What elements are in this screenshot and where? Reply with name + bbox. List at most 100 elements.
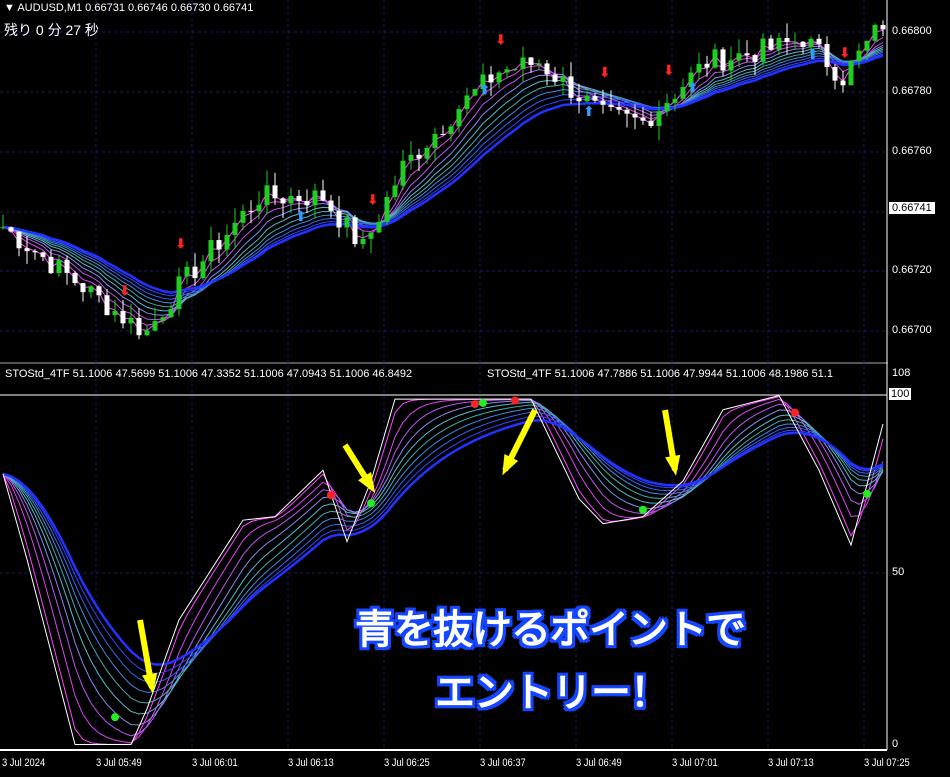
candle-body: [712, 49, 718, 68]
ind-tick-0: 0: [892, 738, 899, 750]
dropdown-triangle-icon[interactable]: ▼: [4, 2, 17, 14]
candle-body: [136, 317, 142, 336]
candle-body: [128, 317, 134, 324]
candle-body: [696, 63, 702, 73]
candle-body: [752, 55, 758, 62]
signal-dot: [791, 408, 799, 417]
candle-body: [64, 259, 70, 273]
candle-body: [448, 126, 454, 134]
candle-body: [488, 74, 494, 83]
candle-body: [784, 38, 790, 42]
candle-body: [400, 160, 406, 186]
time-tick: 3 Jul 07:13: [768, 757, 814, 769]
sell-arrow-icon: ⬇: [175, 236, 187, 252]
ind-tick-100: 100: [889, 388, 912, 400]
price-tick: 0.66800: [892, 25, 932, 37]
candle-body: [864, 40, 870, 51]
candle-body: [152, 321, 158, 331]
candle-body: [768, 38, 774, 50]
sell-arrow-icon: ⬇: [495, 32, 507, 48]
candle-body: [680, 87, 686, 99]
buy-arrow-icon: ⬆: [807, 47, 819, 63]
candle-body: [408, 154, 414, 161]
time-tick: 3 Jul 07:25: [864, 757, 910, 769]
price-tick: 0.66720: [892, 264, 932, 276]
candle-body: [424, 147, 430, 159]
candle-body: [240, 210, 246, 223]
candle-body: [368, 232, 374, 239]
candle-body: [360, 238, 366, 245]
candle-body: [296, 195, 302, 202]
ma-band-line: [2, 51, 884, 300]
candle-body: [304, 201, 310, 206]
candle-body: [184, 266, 190, 277]
candle-body: [528, 57, 534, 65]
candle-body: [112, 311, 118, 316]
time-tick: 3 Jul 2024: [2, 757, 46, 769]
candle-body: [552, 74, 558, 82]
sell-arrow-icon: ⬇: [839, 45, 851, 61]
symbol-info: ▼ AUDUSD,M1 0.66731 0.66746 0.66730 0.66…: [4, 2, 253, 14]
bar-timer: 残り 0 分 27 秒: [4, 22, 99, 38]
annotation-line2: エントリー！: [435, 670, 670, 716]
signal-dot: [327, 491, 335, 500]
candle-body: [880, 24, 886, 30]
candle-body: [80, 283, 86, 293]
candle-body: [344, 217, 350, 228]
yellow-arrow-head-icon: [142, 672, 158, 694]
candle-body: [664, 102, 670, 112]
candle-body: [0, 227, 6, 229]
candle-body: [440, 133, 446, 135]
time-tick: 3 Jul 06:37: [480, 757, 526, 769]
candle-body: [376, 221, 382, 233]
symbol-ohlc: AUDUSD,M1 0.66731 0.66746 0.66730 0.6674…: [17, 2, 254, 14]
price-tick: 0.66760: [892, 145, 932, 157]
candle-body: [256, 204, 262, 212]
candle-body: [280, 198, 286, 204]
candle-body: [168, 309, 174, 318]
sell-arrow-icon: ⬇: [663, 63, 675, 79]
candle-body: [544, 63, 550, 75]
candle-body: [808, 38, 814, 47]
candle-body: [208, 240, 214, 262]
candle-body: [24, 248, 30, 252]
candle-body: [472, 89, 478, 96]
candle-body: [32, 251, 38, 253]
candle-body: [736, 53, 742, 61]
candle-body: [88, 286, 94, 293]
candle-body: [200, 261, 206, 279]
candle-body: [872, 24, 878, 41]
candle-body: [352, 217, 358, 245]
candle-body: [336, 210, 342, 228]
sell-arrow-icon: ⬇: [119, 283, 131, 299]
mt4-chart-window[interactable]: ⬆ ⬇ ⬆ ⬆ ⬇ ⬆ ⬆ ⬇ ⬇ ⬇ ⬇ ⬇ ▼ AUDUSD,M1 0.66731 0.66746…: [0, 0, 950, 777]
candle-body: [72, 272, 78, 284]
buy-arrow-icon: ⬆: [583, 104, 595, 120]
candle-body: [656, 111, 662, 126]
candle-body: [616, 106, 622, 110]
candle-body: [504, 69, 510, 73]
candle-body: [160, 317, 166, 322]
candle-body: [672, 98, 678, 103]
candle-body: [224, 234, 230, 250]
candle-body: [232, 222, 238, 235]
candle-body: [728, 60, 734, 71]
candle-body: [48, 256, 54, 274]
candle-body: [512, 68, 518, 70]
candle-body: [56, 259, 62, 274]
signal-dot: [863, 489, 871, 498]
buy-arrow-icon: ⬆: [295, 209, 307, 225]
candle-body: [192, 266, 198, 279]
candle-body: [632, 113, 638, 118]
candle-body: [568, 76, 574, 98]
price-tick: 0.66700: [892, 324, 932, 336]
candle-body: [704, 63, 710, 68]
candle-body: [584, 96, 590, 102]
candle-body: [520, 57, 526, 69]
candle-body: [496, 72, 502, 83]
indicator-label-2: STOStd_4TF 51.1006 47.7886 51.1006 47.99…: [487, 368, 833, 380]
time-tick: 3 Jul 06:25: [384, 757, 430, 769]
candle-body: [856, 50, 862, 62]
candle-body: [816, 38, 822, 45]
candle-body: [144, 330, 150, 336]
